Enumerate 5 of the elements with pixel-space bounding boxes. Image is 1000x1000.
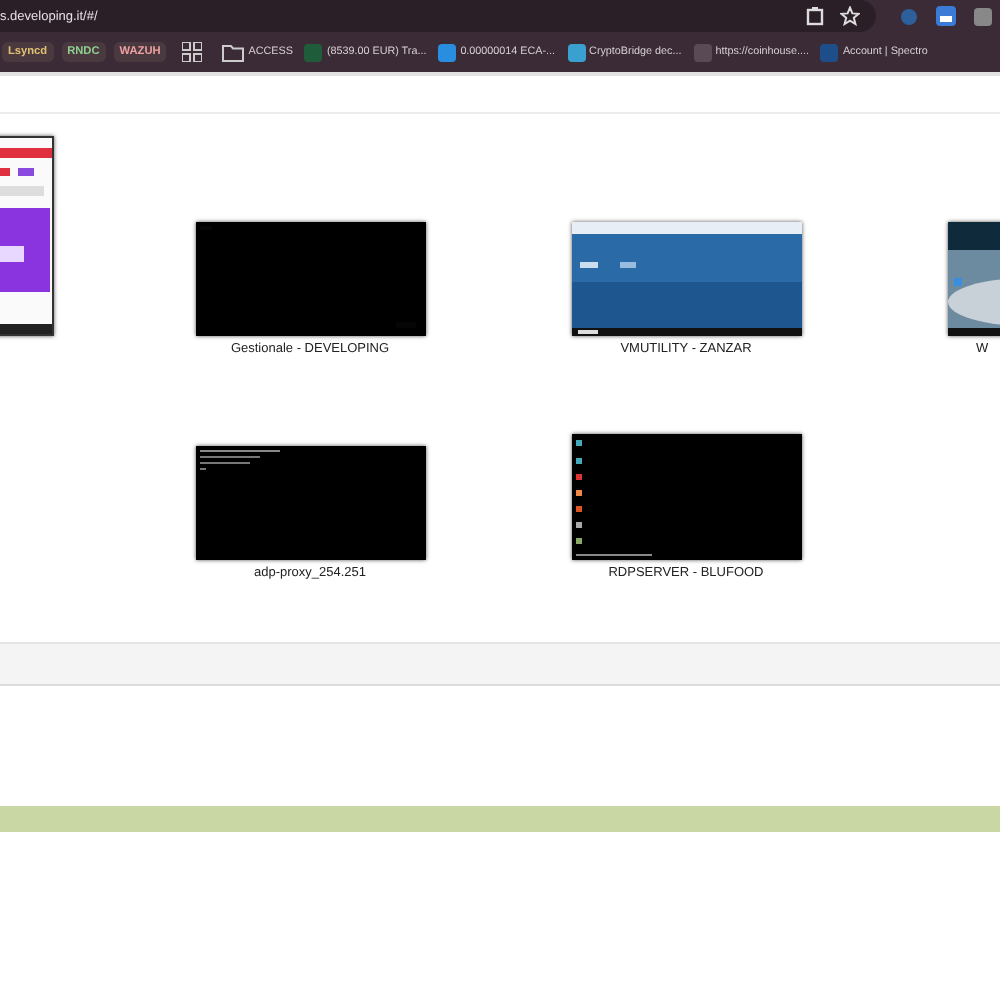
- folder-icon: [222, 43, 245, 61]
- star-icon[interactable]: [840, 6, 860, 26]
- extension-icon[interactable]: [936, 6, 956, 26]
- profile-icon[interactable]: [974, 7, 992, 25]
- apps-grid-icon[interactable]: [182, 42, 203, 62]
